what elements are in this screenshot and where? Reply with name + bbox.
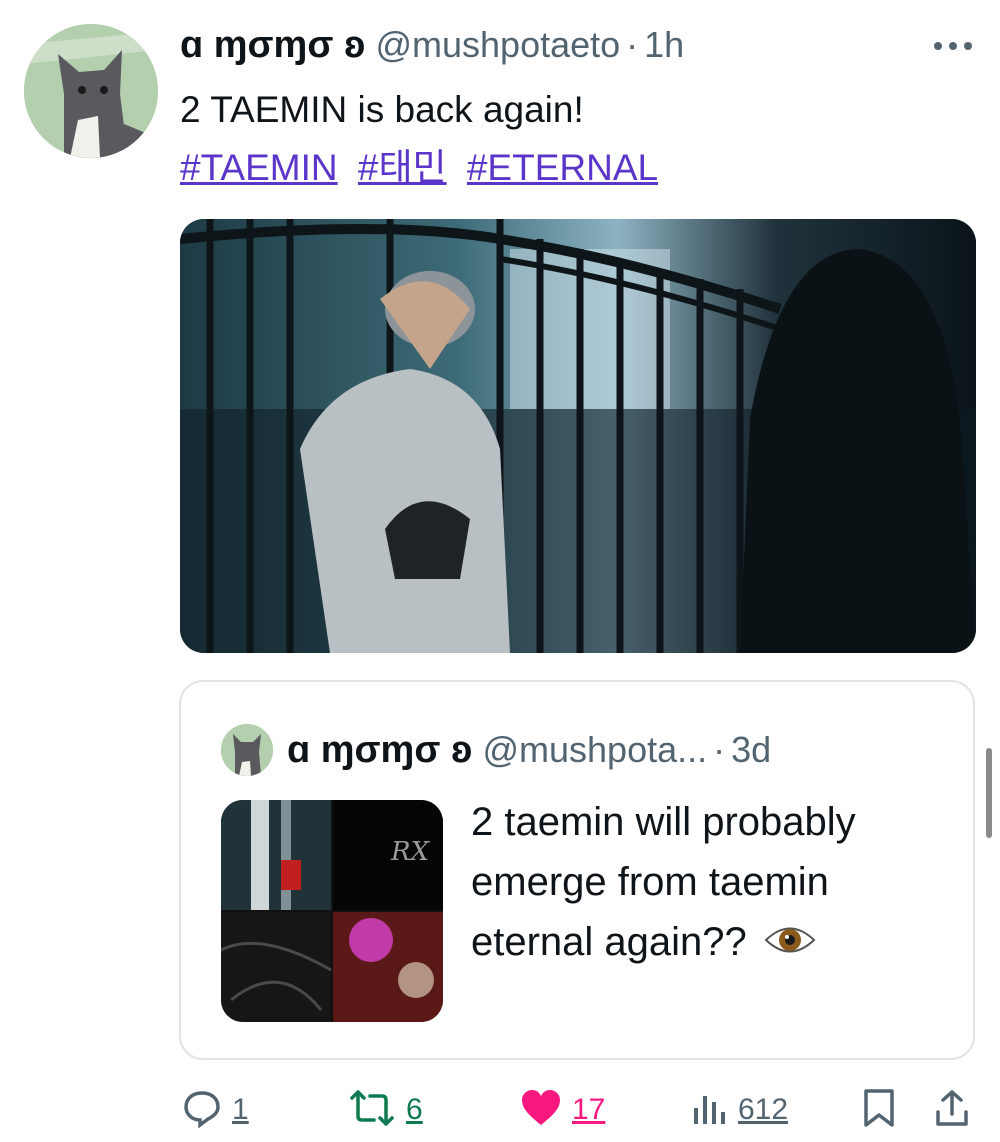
hashtag-eternal[interactable]: #ETERNAL [467,147,658,188]
like-count: 17 [572,1093,606,1126]
display-name[interactable]: ɑ ɱσɱσ ʚ [180,24,365,67]
quote-header: ɑ ɱσɱσ ʚ @mushpota... · 3d [287,722,771,778]
bookmark-icon [862,1088,896,1133]
action-bar: 1 6 17 612 [0,1080,1000,1140]
retweet-icon [348,1088,396,1133]
video-still-image[interactable] [180,219,976,653]
quote-handle[interactable]: @mushpota... [482,729,707,771]
cat-avatar-icon[interactable] [24,24,158,158]
quoted-tweet[interactable]: ɑ ɱσɱσ ʚ @mushpota... · 3d RX 2 taemin w… [179,680,975,1060]
reply-count: 1 [232,1093,249,1126]
retweet-count: 6 [406,1093,423,1126]
views-icon [692,1088,728,1133]
views-count: 612 [738,1093,789,1126]
timestamp[interactable]: 1h [644,24,684,66]
hashtag-taemin[interactable]: #TAEMIN [180,147,338,188]
svg-text:RX: RX [390,837,431,867]
quote-separator: · [713,729,726,770]
scrollbar[interactable] [986,748,992,838]
eye-emoji [764,914,816,974]
bookmark-button[interactable] [862,1088,896,1132]
tweet-header: ɑ ɱσɱσ ʚ @mushpotaeto · 1h [180,20,684,70]
hashtag-taemin-korean[interactable]: #태민 [358,147,447,188]
retweet-button[interactable]: 6 [348,1088,423,1132]
quote-timestamp[interactable]: 3d [731,729,771,771]
reply-button[interactable]: 1 [182,1088,249,1132]
reply-icon [182,1088,222,1133]
hashtag-list: #TAEMIN #태민 #ETERNAL [180,140,668,196]
tweet-text: 2 TAEMIN is back again! [180,89,584,130]
quote-avatar-icon[interactable] [221,724,273,776]
share-icon [934,1088,970,1133]
collage-thumbnail-image[interactable]: RX [221,800,443,1022]
quote-text: 2 taemin will probably emerge from taemi… [471,792,941,974]
like-button[interactable]: 17 [520,1088,605,1132]
separator-dot: · [626,24,639,65]
handle[interactable]: @mushpotaeto [375,24,620,66]
more-icon[interactable] [928,26,978,66]
views-button[interactable]: 612 [692,1088,788,1132]
quote-display-name[interactable]: ɑ ɱσɱσ ʚ [287,729,472,772]
heart-icon [520,1088,562,1133]
share-button[interactable] [934,1088,970,1132]
